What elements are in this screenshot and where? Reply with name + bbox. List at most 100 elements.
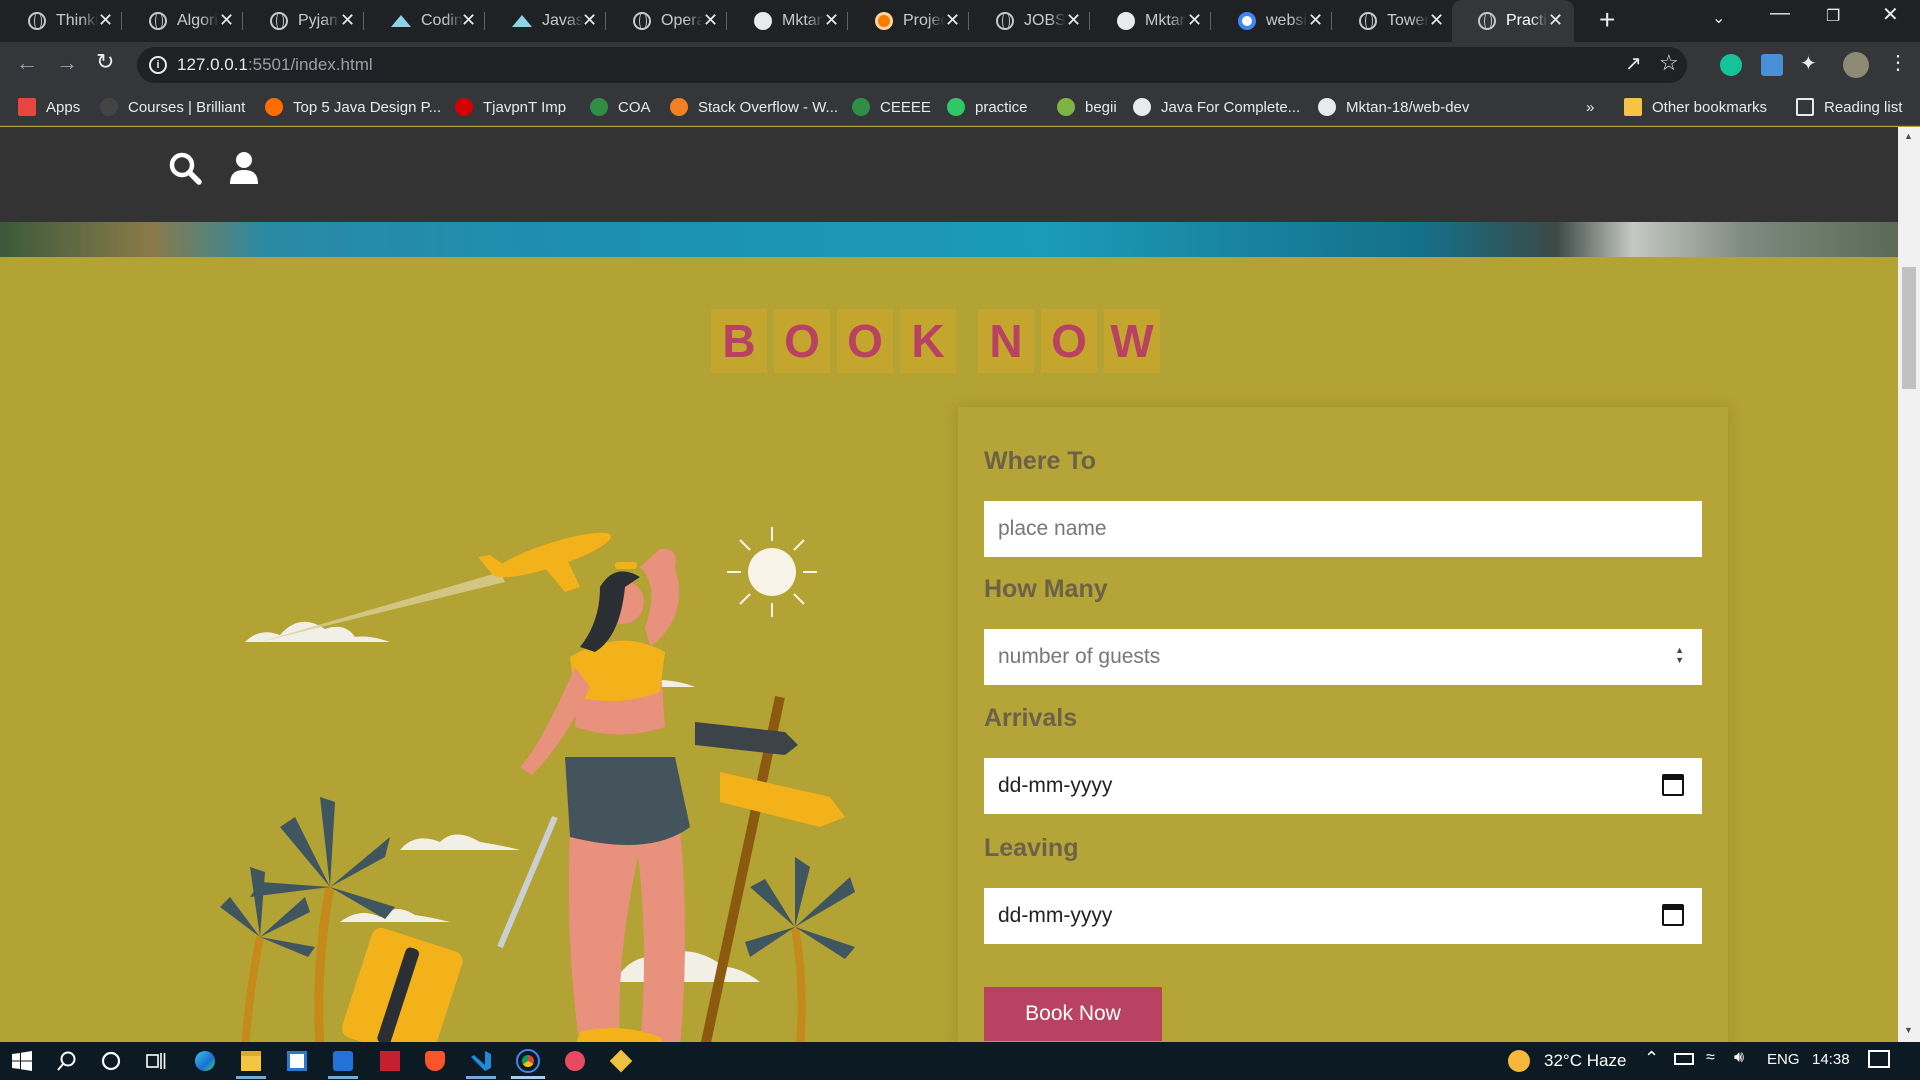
tab-close-icon[interactable]: ✕ (1548, 10, 1563, 31)
tab-close-icon[interactable]: ✕ (1429, 10, 1444, 31)
back-icon[interactable]: ← (16, 50, 38, 76)
app-red-icon[interactable] (380, 1051, 400, 1071)
tab-close-icon[interactable]: ✕ (219, 10, 234, 31)
browser-tab[interactable]: JOBSE✕ (970, 0, 1088, 42)
browser-tab[interactable]: Algori ✕ (123, 0, 241, 42)
language-indicator[interactable]: ENG (1767, 1051, 1800, 1068)
file-explorer-icon[interactable] (241, 1051, 261, 1071)
tab-close-icon[interactable]: ✕ (582, 10, 597, 31)
reload-icon[interactable]: ↻ (96, 49, 114, 75)
arrivals-label: Arrivals (984, 704, 1078, 732)
tab-close-icon[interactable]: ✕ (1308, 10, 1323, 31)
wifi-icon[interactable]: ≈ (1706, 1049, 1715, 1067)
tab-search-chevron-icon[interactable]: ⌄ (1712, 8, 1725, 28)
share-icon[interactable]: ↗ (1625, 51, 1642, 76)
browser-tab[interactable]: Pyjam ✕ (244, 0, 362, 42)
reading-list-button[interactable]: Reading list (1796, 88, 1902, 126)
guests-input[interactable]: number of guests ▲ ▼ (984, 629, 1702, 685)
tab-close-icon[interactable]: ✕ (945, 10, 960, 31)
bookmark-item[interactable]: Java For Complete... (1133, 88, 1300, 126)
arrivals-date-input[interactable]: dd-mm-yyyy (984, 758, 1702, 814)
tab-close-icon[interactable]: ✕ (98, 10, 113, 31)
notifications-icon[interactable] (1868, 1050, 1890, 1068)
edge-browser-icon[interactable] (195, 1051, 215, 1071)
browser-tab[interactable]: Codin ✕ (365, 0, 483, 42)
tray-chevron-up-icon[interactable]: ⌃ (1644, 1048, 1659, 1069)
bookmark-item[interactable]: Top 5 Java Design P... (265, 88, 441, 126)
bookmarks-overflow-button[interactable]: » (1586, 88, 1594, 126)
task-view-icon[interactable] (146, 1051, 166, 1071)
address-bar[interactable]: i 127.0.0.1:5501/index.html ↗ ☆ (137, 47, 1687, 83)
forward-icon[interactable]: → (56, 50, 78, 76)
browser-tab[interactable]: websi ✕ (1212, 0, 1330, 42)
battery-icon[interactable] (1674, 1053, 1694, 1065)
browser-tab[interactable]: Mktan ✕ (728, 0, 846, 42)
app-pink-icon[interactable] (565, 1051, 585, 1071)
other-bookmarks-folder[interactable]: Other bookmarks (1624, 88, 1767, 126)
browser-tab[interactable]: Tower ✕ (1333, 0, 1451, 42)
browser-tab[interactable]: Practi ✕ (1452, 0, 1574, 42)
bookmark-item[interactable]: COA (590, 88, 651, 126)
bookmark-item[interactable]: Courses | Brilliant (100, 88, 245, 126)
weather-text[interactable]: 32°C Haze (1544, 1051, 1626, 1071)
app-diamond-icon[interactable] (609, 1049, 633, 1073)
volume-icon[interactable]: 🔊︎ (1734, 1049, 1744, 1067)
browser-tab[interactable]: Thinki ✕ (2, 0, 120, 42)
bookmark-star-icon[interactable]: ☆ (1659, 50, 1679, 76)
tab-separator (1210, 12, 1211, 30)
bookmark-label: Mktan-18/web-dev (1346, 98, 1470, 116)
tab-strip: Thinki✕Algori✕Pyjam✕Codin✕Javasc✕Opera✕M… (0, 0, 1920, 42)
windows-taskbar: 32°C Haze ⌃ ≈ 🔊︎ ENG 14:38 (0, 1042, 1920, 1080)
bookmark-item[interactable]: practice (947, 88, 1028, 126)
vscode-icon[interactable] (471, 1051, 491, 1071)
user-icon[interactable] (228, 151, 260, 185)
calendar-icon[interactable] (1662, 904, 1684, 926)
browser-tab[interactable]: Opera ✕ (607, 0, 725, 42)
browser-tab[interactable]: Projec ✕ (849, 0, 967, 42)
bookmark-item[interactable]: CEEEE (852, 88, 931, 126)
window-close-icon[interactable]: ✕ (1882, 2, 1899, 27)
menu-kebab-icon[interactable]: ⋮ (1888, 50, 1908, 75)
site-info-icon[interactable]: i (149, 56, 167, 74)
windows-start-icon[interactable] (12, 1051, 32, 1071)
translate-extension-icon[interactable] (1761, 54, 1783, 76)
page-scrollbar[interactable]: ▲ ▼ (1898, 127, 1920, 1042)
search-taskbar-icon[interactable] (57, 1051, 77, 1071)
brave-browser-icon[interactable] (425, 1051, 445, 1071)
restore-icon[interactable]: ❐ (1826, 6, 1840, 26)
extensions-puzzle-icon[interactable]: ✦ (1800, 51, 1817, 76)
url-text[interactable]: 127.0.0.1:5501/index.html (177, 55, 373, 75)
leaving-date-input[interactable]: dd-mm-yyyy (984, 888, 1702, 944)
mail-icon[interactable] (333, 1051, 353, 1071)
grammarly-extension-icon[interactable] (1720, 54, 1742, 76)
profile-avatar[interactable] (1843, 52, 1869, 78)
store-icon[interactable] (287, 1051, 307, 1071)
bookmark-item[interactable]: Stack Overflow - W... (670, 88, 838, 126)
browser-tab[interactable]: Mktan ✕ (1091, 0, 1209, 42)
minimize-icon[interactable]: — (1770, 2, 1790, 25)
bookmark-item[interactable]: TjavpnT Imp (455, 88, 566, 126)
cortana-icon[interactable] (101, 1051, 121, 1071)
chrome-icon[interactable] (516, 1049, 540, 1073)
tab-close-icon[interactable]: ✕ (461, 10, 476, 31)
clock-time[interactable]: 14:38 (1812, 1051, 1850, 1068)
book-now-button[interactable]: Book Now (984, 987, 1162, 1041)
new-tab-button[interactable]: + (1599, 4, 1615, 36)
browser-tab[interactable]: Javasc✕ (486, 0, 604, 42)
tab-close-icon[interactable]: ✕ (824, 10, 839, 31)
scroll-thumb[interactable] (1902, 267, 1916, 389)
scroll-down-arrow-icon[interactable]: ▼ (1904, 1025, 1913, 1035)
tab-close-icon[interactable]: ✕ (1187, 10, 1202, 31)
tab-close-icon[interactable]: ✕ (703, 10, 718, 31)
tab-close-icon[interactable]: ✕ (340, 10, 355, 31)
weather-sun-icon[interactable] (1508, 1050, 1530, 1072)
where-to-input[interactable]: place name (984, 501, 1702, 557)
bookmark-item[interactable]: Apps (18, 88, 80, 126)
search-icon[interactable] (168, 151, 204, 187)
number-spinner-icon[interactable]: ▲ ▼ (1675, 645, 1684, 665)
bookmark-item[interactable]: begii (1057, 88, 1117, 126)
tab-close-icon[interactable]: ✕ (1066, 10, 1081, 31)
calendar-icon[interactable] (1662, 774, 1684, 796)
bookmark-item[interactable]: Mktan-18/web-dev (1318, 88, 1469, 126)
scroll-up-arrow-icon[interactable]: ▲ (1904, 131, 1913, 141)
